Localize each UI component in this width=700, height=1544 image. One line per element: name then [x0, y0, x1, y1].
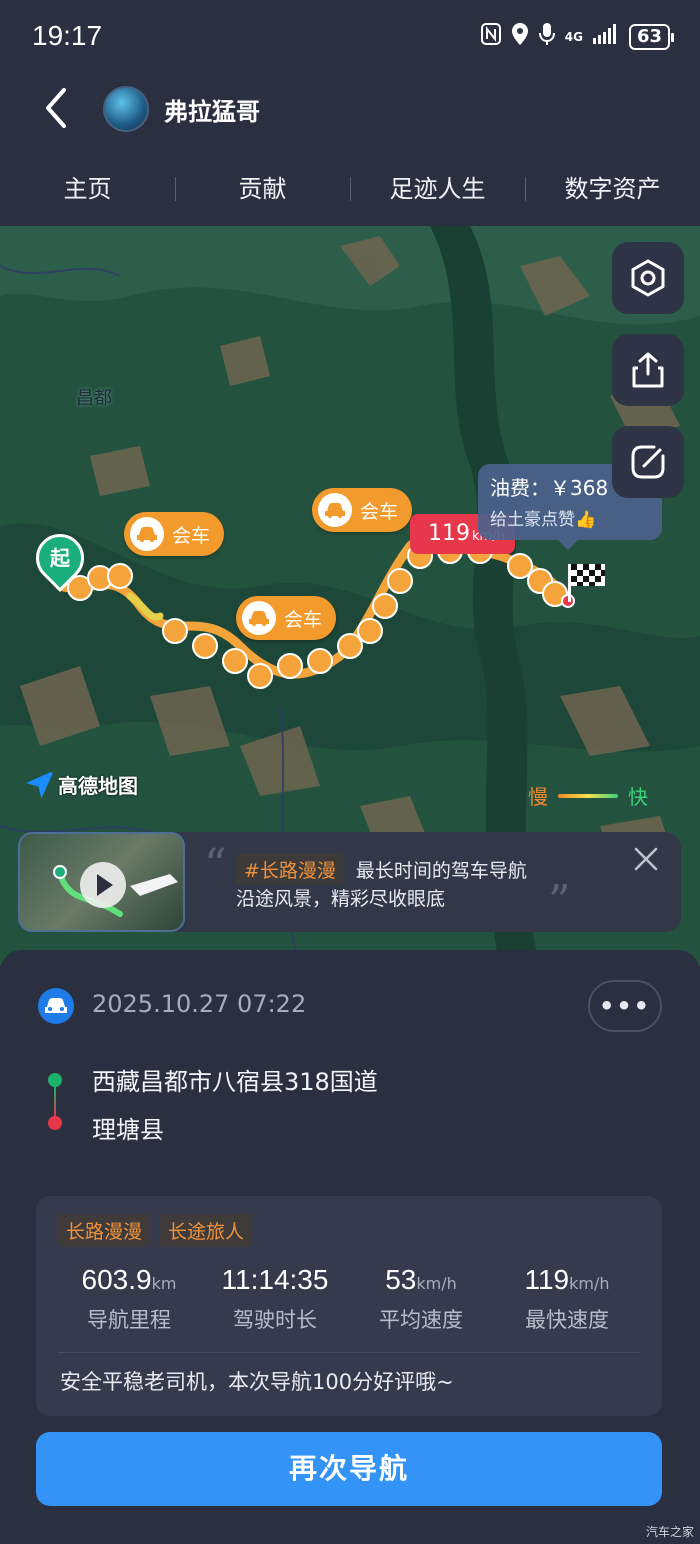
stats-row: 603.9km 导航里程 11:14:35 驾驶时长 53km/h 平均速度 1…	[36, 1264, 662, 1334]
play-icon[interactable]	[80, 862, 126, 908]
signal-icon	[592, 24, 619, 49]
edit-button[interactable]	[612, 426, 684, 498]
tab-home[interactable]: 主页	[0, 160, 175, 218]
legend-fast-label: 快	[628, 785, 648, 809]
navigate-again-button[interactable]: 再次导航	[36, 1432, 662, 1506]
nfc-icon	[480, 23, 501, 50]
watermark: 汽车之家	[645, 1525, 694, 1539]
max-speed-value: 119	[428, 521, 470, 546]
meet-car-label: 会车	[360, 500, 399, 523]
stat-unit: km/h	[569, 1274, 610, 1293]
map-provider-logo: 高德地图	[26, 770, 138, 799]
microphone-icon	[538, 22, 555, 51]
stat-value: 119	[524, 1264, 570, 1295]
trip-comment: 安全平稳老司机，本次导航100分好评哦~	[60, 1370, 454, 1394]
network-type: 4G	[564, 29, 583, 44]
stat-value: 11:14:35	[221, 1264, 329, 1295]
car-icon	[130, 517, 164, 551]
hexagon-settings-icon	[631, 259, 665, 297]
share-icon	[632, 352, 664, 388]
stat-label: 驾驶时长	[233, 1308, 317, 1332]
meet-car-marker[interactable]: 会车	[236, 596, 337, 640]
clock: 19:17	[32, 20, 103, 51]
divider	[58, 1352, 640, 1353]
trip-detail-sheet: 2025.10.27 07:22 ••• 西藏昌都市八宿县318国道 理塘县 长…	[0, 950, 700, 1544]
tab-contribution[interactable]: 贡献	[175, 160, 350, 218]
promo-video-thumbnail[interactable]	[18, 832, 185, 932]
legend-gradient-bar	[558, 793, 618, 798]
location-icon	[511, 22, 529, 51]
map-provider-name: 高德地图	[58, 774, 138, 798]
stat-unit: km	[151, 1274, 177, 1293]
meet-car-label: 会车	[284, 608, 323, 631]
car-trip-icon	[38, 988, 74, 1024]
achievement-badges: 长路漫漫 长途旅人	[58, 1214, 253, 1247]
stat-value: 603.9	[81, 1264, 152, 1295]
trip-datetime: 2025.10.27 07:22	[92, 990, 307, 1018]
amap-logo-icon	[26, 770, 54, 799]
open-quote-icon: “	[204, 840, 227, 891]
origin-address: 西藏昌都市八宿县318国道	[92, 1068, 378, 1096]
promo-subline: 沿途风景，精彩尽收眼底	[236, 888, 446, 910]
battery-indicator: 63	[628, 23, 675, 50]
close-icon	[634, 847, 658, 871]
profile-tabs: 主页 贡献 足迹人生 数字资产	[0, 160, 700, 218]
meet-car-marker[interactable]: 会车	[312, 488, 413, 532]
achievement-badge: 长途旅人	[160, 1214, 253, 1247]
stat-value: 53	[385, 1264, 417, 1295]
route-connector	[54, 1087, 56, 1117]
promo-headline: 最长时间的驾车导航	[355, 860, 527, 882]
trip-stats-card: 长路漫漫 长途旅人 603.9km 导航里程 11:14:35 驾驶时长 53k…	[36, 1196, 662, 1416]
tab-digital-assets[interactable]: 数字资产	[525, 160, 700, 218]
stat-avg-speed: 53km/h 平均速度	[348, 1264, 494, 1334]
back-arrow-icon	[46, 88, 66, 128]
back-button[interactable]	[36, 86, 80, 130]
stat-distance: 603.9km 导航里程	[56, 1264, 202, 1334]
car-icon	[318, 493, 352, 527]
more-options-button[interactable]: •••	[588, 980, 662, 1032]
origin-dot-icon	[48, 1073, 62, 1087]
promo-tag: #长路漫漫	[236, 854, 344, 885]
avatar[interactable]	[103, 86, 149, 132]
achievement-badge: 长路漫漫	[58, 1214, 151, 1247]
stat-duration: 11:14:35 驾驶时长	[202, 1264, 348, 1334]
start-marker-label: 起	[50, 546, 70, 570]
car-icon	[242, 601, 276, 635]
share-button[interactable]	[612, 334, 684, 406]
status-bar: 19:17 4G 63	[0, 0, 700, 72]
promo-card[interactable]: “ #长路漫漫 最长时间的驾车导航 沿途风景，精彩尽收眼底 ”	[18, 832, 681, 932]
stat-label: 导航里程	[87, 1308, 171, 1332]
profile-header: 弗拉猛哥	[0, 72, 700, 150]
stat-label: 最快速度	[525, 1308, 609, 1332]
fuel-fee-sub: 给土豪点赞👍	[490, 510, 597, 530]
stat-label: 平均速度	[379, 1308, 463, 1332]
edit-icon	[631, 445, 665, 479]
close-quote-icon: ”	[548, 876, 571, 927]
meet-car-marker[interactable]: 会车	[124, 512, 225, 556]
meet-car-label: 会车	[172, 524, 211, 547]
settings-button[interactable]	[612, 242, 684, 314]
destination-dot-icon	[48, 1116, 62, 1130]
username[interactable]: 弗拉猛哥	[164, 92, 260, 127]
speed-legend: 慢 快	[528, 781, 648, 810]
destination-address: 理塘县	[92, 1116, 164, 1144]
stat-unit: km/h	[416, 1274, 457, 1293]
legend-slow-label: 慢	[528, 785, 548, 809]
tab-footprint[interactable]: 足迹人生	[350, 160, 525, 218]
stat-max-speed: 119km/h 最快速度	[494, 1264, 640, 1334]
status-icons: 4G 63	[480, 22, 675, 51]
map-city-label: 昌都	[76, 388, 112, 409]
close-promo-button[interactable]	[633, 846, 659, 872]
